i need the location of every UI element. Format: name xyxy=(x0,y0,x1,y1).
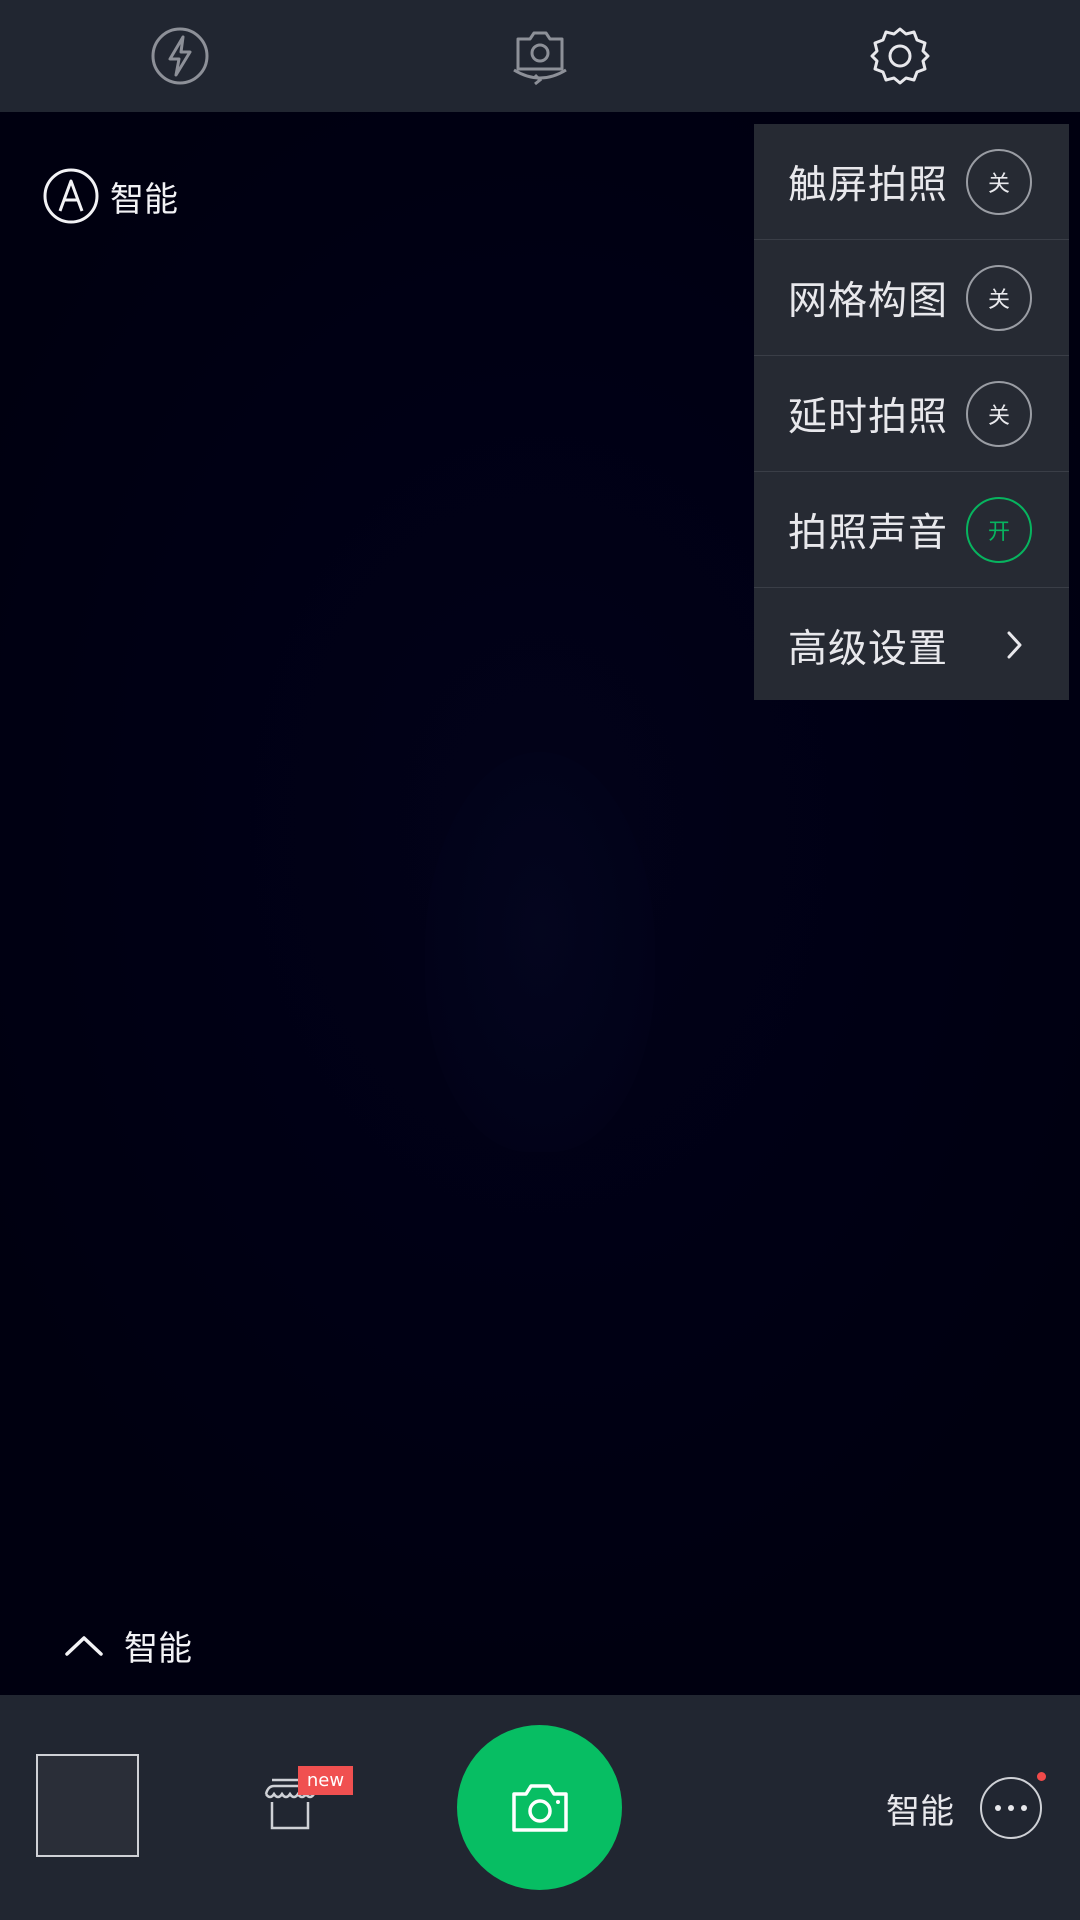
menu-item-shutter-sound[interactable]: 拍照声音 开 xyxy=(754,472,1069,588)
shutter-button[interactable] xyxy=(457,1725,622,1890)
scene-selector[interactable]: 智能 xyxy=(30,1610,210,1680)
menu-item-touch-shoot[interactable]: 触屏拍照 关 xyxy=(754,124,1069,240)
chevron-up-icon xyxy=(30,1630,106,1660)
notification-dot xyxy=(1037,1772,1046,1781)
gear-icon[interactable] xyxy=(868,24,932,88)
menu-item-label: 触屏拍照 xyxy=(788,162,949,208)
more-icon xyxy=(995,1805,1001,1811)
menu-item-label: 网格构图 xyxy=(788,278,949,324)
preview-subject xyxy=(425,752,655,1152)
chevron-right-icon xyxy=(1007,631,1022,659)
mode-label[interactable]: 智能 xyxy=(886,1784,954,1833)
gallery-thumbnail[interactable] xyxy=(36,1754,139,1857)
new-badge: new xyxy=(298,1766,353,1795)
menu-item-advanced-settings[interactable]: 高级设置 xyxy=(754,588,1069,703)
auto-mode-icon xyxy=(42,167,100,225)
more-button[interactable] xyxy=(980,1777,1042,1839)
auto-mode-label: 智能 xyxy=(110,179,178,220)
scene-selector-label: 智能 xyxy=(124,1628,192,1669)
grid-toggle[interactable]: 关 xyxy=(966,265,1032,331)
timer-toggle[interactable]: 关 xyxy=(966,381,1032,447)
switch-camera-icon[interactable] xyxy=(508,24,572,88)
touch-shoot-toggle[interactable]: 关 xyxy=(966,149,1032,215)
camera-icon xyxy=(511,1783,568,1832)
menu-item-grid[interactable]: 网格构图 关 xyxy=(754,240,1069,356)
menu-item-timer[interactable]: 延时拍照 关 xyxy=(754,356,1069,472)
menu-item-label: 高级设置 xyxy=(788,626,949,672)
shutter-sound-toggle[interactable]: 开 xyxy=(966,497,1032,563)
flash-off-icon[interactable] xyxy=(148,24,212,88)
settings-menu: 触屏拍照 关 网格构图 关 延时拍照 关 拍照声音 开 高级设置 xyxy=(754,124,1069,700)
menu-item-label: 延时拍照 xyxy=(788,394,949,440)
menu-item-label: 拍照声音 xyxy=(788,510,949,556)
auto-mode-badge: 智能 xyxy=(42,166,178,226)
top-toolbar xyxy=(0,0,1080,112)
